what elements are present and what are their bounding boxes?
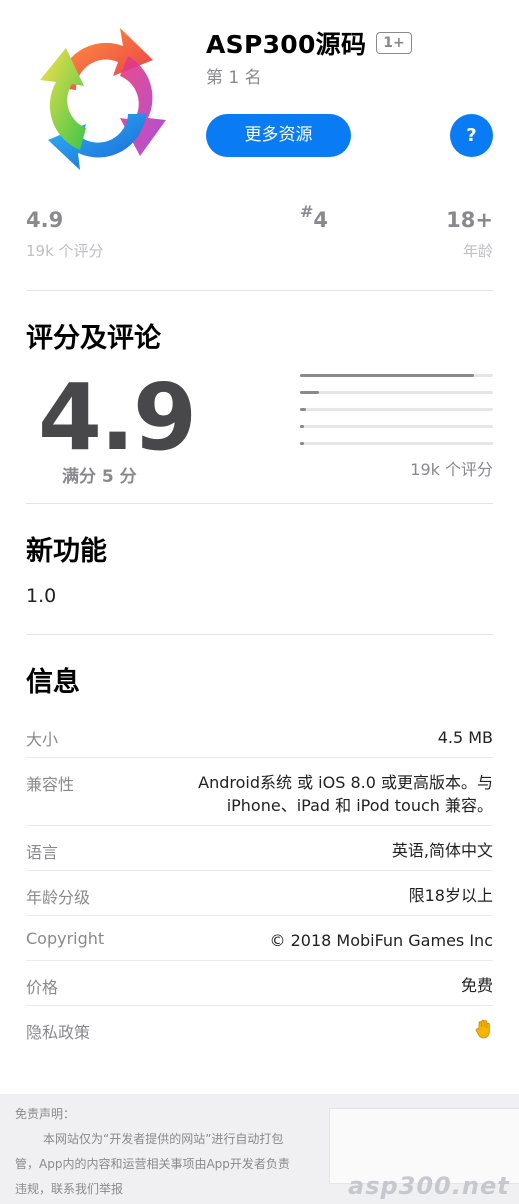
info-value: Android系统 或 iOS 8.0 或更高版本。与 iPhone、iPad …: [198, 771, 493, 817]
divider: [26, 503, 493, 504]
info-divider: [26, 915, 493, 916]
disclaimer-line: 本网站仅为“开发者提供的网站”进行自动打包: [43, 1132, 284, 1146]
rating-bar-fill: [300, 374, 474, 377]
info-label: 大小: [26, 730, 59, 749]
out-of-label: 满分 5 分: [62, 467, 137, 487]
rating-bar-fill: [300, 442, 304, 445]
rating-bar-fill: [300, 425, 304, 428]
info-divider: [26, 825, 493, 826]
info-divider: [26, 1005, 493, 1006]
stat-age-value: 18+: [446, 208, 493, 232]
info-title: 信息: [26, 667, 80, 698]
app-icon: [40, 28, 166, 170]
disclaimer-line: 违规，联系我们举报: [15, 1182, 124, 1196]
more-resources-button[interactable]: 更多资源: [206, 114, 351, 157]
ratings-title: 评分及评论: [26, 323, 161, 354]
rating-bar-1: [300, 442, 493, 445]
rating-bar-5: [300, 374, 493, 377]
rating-bar-fill: [300, 391, 320, 394]
info-value: 4.5 MB: [437, 728, 493, 747]
app-header: ASP300源码 1+ 第 1 名 更多资源 ?: [0, 0, 519, 190]
stat-rank: #4: [300, 202, 328, 232]
watermark-text: asp300.net: [348, 1172, 510, 1200]
app-name: ASP300源码: [206, 30, 367, 59]
rating-count: 19k 个评分: [410, 460, 493, 479]
stat-rating-value: 4.9: [26, 208, 64, 232]
info-value: © 2018 MobiFun Games Inc: [269, 931, 494, 950]
info-label: Copyright: [26, 929, 105, 948]
age-badge: 1+: [376, 32, 412, 54]
rating-bar-2: [300, 425, 493, 428]
version-text: 1.0: [26, 585, 57, 607]
info-label: 兼容性: [26, 775, 75, 794]
whats-new-title: 新功能: [26, 536, 107, 567]
rating-bar-3: [300, 408, 493, 411]
rating-distribution: [300, 374, 493, 459]
divider: [26, 290, 493, 291]
info-value: 免费: [460, 976, 493, 995]
divider: [26, 634, 493, 635]
app-title-row: ASP300源码 1+: [206, 25, 412, 61]
compat-line-1: Android系统 或 iOS 8.0 或更高版本。与: [198, 773, 493, 792]
help-button[interactable]: ?: [450, 114, 493, 157]
info-label: 语言: [26, 843, 59, 862]
disclaimer-line: 管，App内的内容和运营相关事项由App开发者负责: [15, 1157, 290, 1171]
rank-text: 第 1 名: [206, 68, 262, 88]
info-label: 隐私政策: [26, 1023, 91, 1042]
big-score: 4.9: [38, 364, 197, 471]
stats-row: 4.9 19k 个评分 #4 18+ 年龄: [26, 200, 493, 270]
rank-number: 4: [313, 208, 329, 232]
rating-bar-fill: [300, 408, 306, 411]
info-label: 年龄分级: [26, 888, 91, 907]
stat-rating-label: 19k 个评分: [26, 242, 104, 260]
info-divider: [26, 960, 493, 961]
hand-icon[interactable]: [475, 1019, 493, 1045]
compat-line-2: iPhone、iPad 和 iPod touch 兼容。: [226, 796, 493, 815]
rank-hash: #: [300, 202, 314, 221]
info-divider: [26, 870, 493, 871]
info-label: 价格: [26, 978, 59, 997]
info-value: 英语,简体中文: [391, 841, 493, 860]
rating-bar-4: [300, 391, 493, 394]
disclaimer-title: 免责声明：: [15, 1107, 76, 1121]
stat-age-label: 年龄: [462, 242, 493, 260]
info-value: 限18岁以上: [408, 886, 493, 905]
info-divider: [26, 757, 493, 758]
